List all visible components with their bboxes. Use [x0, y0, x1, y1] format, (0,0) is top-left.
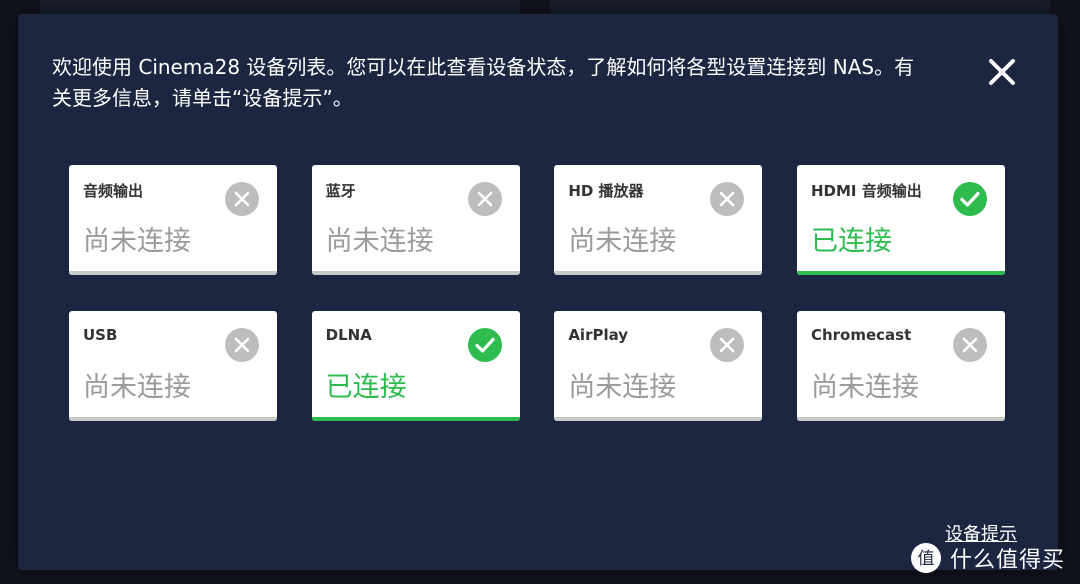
device-status: 尚未连接 — [568, 226, 677, 257]
backdrop-card — [550, 0, 1050, 14]
device-status: 已连接 — [325, 372, 407, 403]
device-name: 蓝牙 — [325, 182, 356, 200]
device-card[interactable]: HDMI 音频输出已连接 — [796, 165, 1005, 275]
close-icon — [989, 59, 1015, 85]
check-circle-icon — [952, 181, 988, 217]
watermark: 值 什么值得买 — [910, 540, 1065, 576]
x-circle-icon — [952, 327, 988, 363]
x-circle-icon — [709, 327, 745, 363]
device-name: AirPlay — [568, 326, 629, 344]
watermark-logo: 值 — [911, 543, 941, 573]
status-bar — [311, 417, 520, 421]
device-card[interactable]: HD 播放器尚未连接 — [554, 165, 763, 275]
device-status: 尚未连接 — [810, 372, 919, 403]
status-bar — [69, 417, 277, 421]
svg-text:值: 值 — [918, 549, 935, 569]
close-button[interactable] — [982, 52, 1022, 92]
status-bar — [554, 271, 763, 275]
x-circle-icon — [224, 327, 260, 363]
device-status: 尚未连接 — [83, 226, 191, 257]
device-card[interactable]: AirPlay 尚未连接 — [554, 311, 763, 421]
device-status: 尚未连接 — [325, 226, 434, 257]
backdrop-card — [40, 0, 520, 14]
device-card[interactable]: 音频输出 尚未连接 — [69, 165, 277, 275]
device-status: 尚未连接 — [568, 372, 677, 403]
status-bar — [69, 271, 277, 275]
intro-text: 欢迎使用 Cinema28 设备列表。您可以在此查看设备状态，了解如何将各型设置… — [52, 55, 915, 110]
watermark-text: 什么值得买 — [950, 548, 1066, 573]
status-bar — [796, 271, 1005, 275]
device-grid: 音频输出 尚未连接 蓝牙 尚未连接 HD 播放器 尚未连接 HDMI 音频输出 已连接 … — [69, 165, 1005, 421]
status-bar — [311, 271, 520, 275]
device-name: HDMI 音频输出 — [810, 182, 922, 200]
device-name: Chromecast — [810, 326, 912, 344]
device-name: USB — [83, 326, 118, 344]
device-list-dialog: 欢迎使用 Cinema28 设备列表。您可以在此查看设备状态，了解如何将各型设置… — [18, 14, 1058, 570]
x-circle-icon — [224, 181, 260, 217]
device-status: 已连接 — [810, 226, 892, 257]
device-card[interactable]: USB 尚未连接 — [69, 311, 277, 421]
device-name: HD 播放器 — [568, 182, 644, 200]
x-circle-icon — [709, 181, 745, 217]
device-status: 尚未连接 — [83, 372, 191, 403]
status-bar — [796, 417, 1005, 421]
x-circle-icon — [467, 181, 503, 217]
device-card[interactable]: DLNA 已连接 — [311, 311, 520, 421]
device-name: DLNA — [325, 326, 372, 344]
check-circle-icon — [467, 327, 503, 363]
status-bar — [554, 417, 763, 421]
device-card[interactable]: 蓝牙 尚未连接 — [311, 165, 520, 275]
device-name: 音频输出 — [83, 182, 144, 200]
device-card[interactable]: Chromecast 尚未连接 — [796, 311, 1005, 421]
